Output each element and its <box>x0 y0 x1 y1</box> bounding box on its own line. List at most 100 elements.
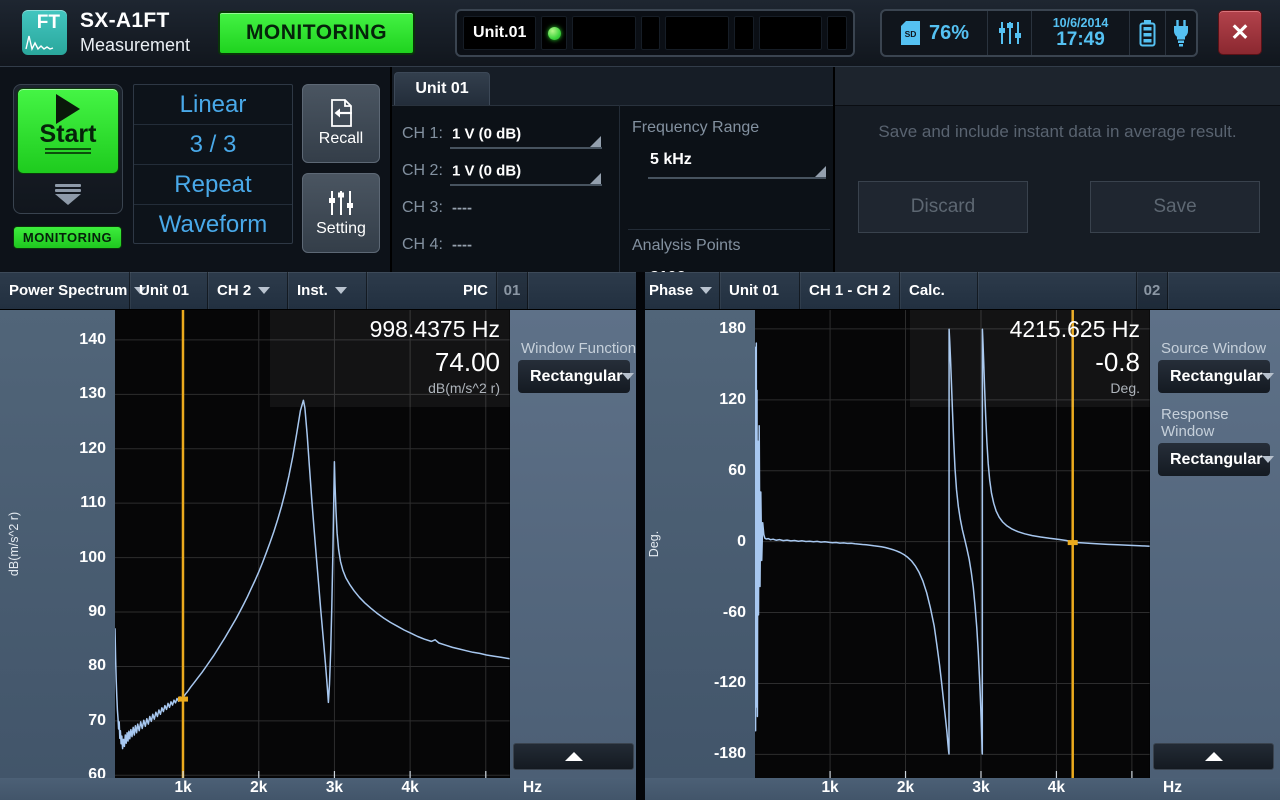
chevron-down-icon <box>335 287 347 294</box>
setting-button[interactable]: Setting <box>302 173 380 253</box>
save-message: Save and include instant data in average… <box>835 122 1280 142</box>
datetime-status[interactable]: 10/6/2014 17:49 <box>1032 11 1130 55</box>
page-save-label[interactable]: PIC <box>367 272 497 309</box>
y-tick-label: 110 <box>80 494 106 512</box>
segment-label: CH 1 - CH 2 <box>809 282 891 299</box>
close-button[interactable]: ✕ <box>1218 10 1262 55</box>
segment-label: Power Spectrum <box>9 282 127 299</box>
unit-slot-led-empty <box>641 16 661 50</box>
chevron-up-icon <box>565 752 583 761</box>
y-tick-label: 120 <box>79 440 106 458</box>
y-tick-label: 140 <box>79 331 106 349</box>
plot-area[interactable]: 4215.625 Hz-0.8Deg. <box>755 310 1150 778</box>
chart-header-segment[interactable]: Phase <box>640 272 720 309</box>
start-control: Start <box>13 84 123 214</box>
channel-value[interactable]: 1 V (0 dB) <box>452 125 521 142</box>
charts-row: Power SpectrumUnit 01CH 2Inst.PIC0114013… <box>0 272 1280 800</box>
mixer-status[interactable] <box>988 11 1032 55</box>
dropdown-corner-icon[interactable] <box>815 166 826 177</box>
frequency-column: Frequency Range 5 kHz Analysis Points 81… <box>619 105 838 273</box>
readout-frequency: 4215.625 Hz <box>910 313 1140 346</box>
expand-down-icon[interactable] <box>14 184 122 205</box>
y-tick-label: 60 <box>728 462 746 480</box>
power-spectrum-chart: Power SpectrumUnit 01CH 2Inst.PIC0114013… <box>0 272 640 800</box>
chevron-down-icon <box>1262 456 1274 463</box>
window-dropdown[interactable]: Rectangular <box>1158 360 1270 393</box>
tab-unit-01[interactable]: Unit 01 <box>394 72 490 105</box>
channel-value: ---- <box>452 199 472 216</box>
discard-button[interactable]: Discard <box>858 181 1028 233</box>
y-tick-label: -60 <box>723 604 746 622</box>
channel-label: CH 2: <box>402 162 443 180</box>
monitoring-button[interactable]: MONITORING <box>218 11 415 55</box>
x-axis-unit: Hz <box>523 779 542 797</box>
sliders-icon <box>998 20 1022 46</box>
segment-label: CH 2 <box>217 282 251 299</box>
channel-column: CH 1:1 V (0 dB) CH 2: 1 V (0 dB) CH 3:---- C… <box>392 115 619 263</box>
chart-sidebar: Source WindowRectangularResponse WindowR… <box>1150 310 1280 778</box>
readout-unit: dB(m/s^2 r) <box>270 379 500 398</box>
segment-label: Inst. <box>297 282 328 299</box>
window-dropdown[interactable]: Rectangular <box>1158 443 1270 476</box>
channel-row-1: CH 1:1 V (0 dB) <box>392 115 619 152</box>
mode-item-3[interactable]: Waveform <box>134 205 292 244</box>
x-axis: 1k2k3k4kHz <box>0 778 640 800</box>
chart-header-segment[interactable]: Power Spectrum <box>0 272 130 309</box>
y-axis-title: Deg. <box>647 531 661 557</box>
svg-text:SD: SD <box>905 29 917 39</box>
chart-header-segment[interactable]: Inst. <box>288 272 367 309</box>
app-title: SX-A1FT <box>80 9 190 33</box>
mode-item-0[interactable]: Linear <box>134 85 292 125</box>
unit-indicator-strip[interactable]: Unit.01 <box>455 9 855 57</box>
phase-chart: PhaseUnit 01CH 1 - CH 2Calc.02180120600-… <box>640 272 1280 800</box>
unit-settings-panel: Unit 01 CH 1:1 V (0 dB)CH 2:1 V (0 dB)CH… <box>390 67 835 273</box>
time-label: 17:49 <box>1056 30 1105 50</box>
chart-header-segment: Unit 01 <box>720 272 800 309</box>
segment-label: Unit 01 <box>729 282 779 299</box>
start-button[interactable]: Start <box>17 88 119 174</box>
recall-button-label: Recall <box>319 130 363 148</box>
frequency-range-underline <box>648 177 826 179</box>
app-subtitle: Measurement <box>80 35 190 56</box>
save-button[interactable]: Save <box>1090 181 1260 233</box>
dropdown-corner-icon[interactable] <box>590 173 601 184</box>
sd-percent: 76% <box>929 22 969 45</box>
y-tick-label: 180 <box>719 320 746 338</box>
unit-01-cell[interactable]: Unit.01 <box>463 16 536 50</box>
channel-row-3: CH 3:---- <box>392 189 619 226</box>
dropdown-corner-icon[interactable] <box>590 136 601 147</box>
frequency-range-value[interactable]: 5 kHz <box>650 151 692 169</box>
cursor-readout: 998.4375 Hz74.00dB(m/s^2 r) <box>270 310 510 407</box>
chart-header-segment: Calc. <box>900 272 978 309</box>
chart-header: PhaseUnit 01CH 1 - CH 2Calc.02 <box>640 272 1280 310</box>
chevron-down-icon <box>1262 373 1274 380</box>
divider <box>628 229 830 230</box>
segment-label: Calc. <box>909 282 945 299</box>
dropdown-value: Rectangular <box>1170 368 1262 386</box>
sd-card-status[interactable]: SD 76% <box>882 11 988 55</box>
app-logo-icon: FT <box>22 10 67 55</box>
dropdown-value: Rectangular <box>530 368 622 386</box>
chart-header-segment: CH 1 - CH 2 <box>800 272 900 309</box>
chart-body: 14013012011010090807060dB(m/s^2 r)998.43… <box>0 310 640 778</box>
unit-slot-empty <box>665 16 728 50</box>
channel-label: CH 4: <box>402 236 443 254</box>
mode-item-1[interactable]: 3 / 3 <box>134 125 292 165</box>
mode-item-2[interactable]: Repeat <box>134 165 292 205</box>
sidebar-collapse-button[interactable] <box>513 743 634 770</box>
chart-header-segment: Unit 01 <box>130 272 208 309</box>
window-dropdown[interactable]: Rectangular <box>518 360 630 393</box>
chart-divider <box>636 272 645 800</box>
analysis-points-label: Analysis Points <box>632 237 741 255</box>
date-label: 10/6/2014 <box>1053 16 1109 30</box>
plot-area[interactable]: 998.4375 Hz74.00dB(m/s^2 r) <box>115 310 510 778</box>
x-tick-label: 4k <box>401 779 418 797</box>
chart-header-segment[interactable]: CH 2 <box>208 272 288 309</box>
power-status <box>1166 11 1196 55</box>
sidebar-collapse-button[interactable] <box>1153 743 1274 770</box>
segment-label: Phase <box>649 282 693 299</box>
x-tick-label: 1k <box>174 779 191 797</box>
frequency-range-label: Frequency Range <box>632 119 759 137</box>
recall-button[interactable]: Recall <box>302 84 380 163</box>
channel-value[interactable]: 1 V (0 dB) <box>452 162 521 179</box>
